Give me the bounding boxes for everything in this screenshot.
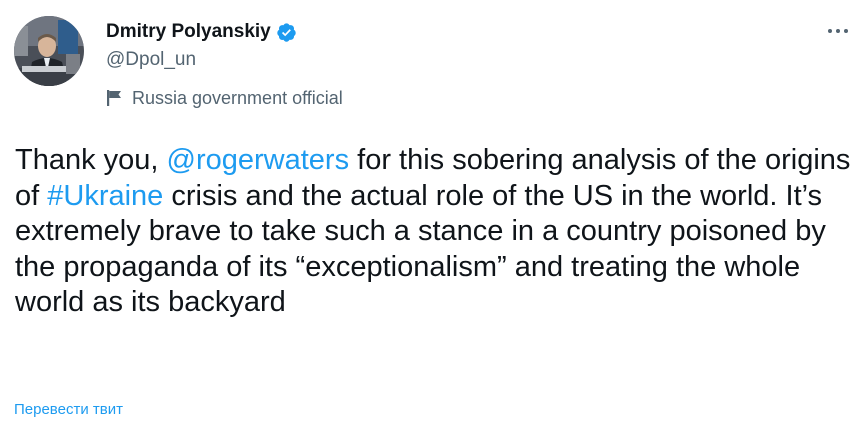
translate-tweet-link[interactable]: Перевести твит (14, 401, 123, 418)
author-display-name[interactable]: Dmitry Polyanskiy (106, 21, 271, 43)
government-label-text: Russia government official (132, 87, 343, 108)
hashtag-link[interactable]: #Ukraine (47, 180, 163, 212)
tweet-text-segment: Thank you, (15, 144, 167, 176)
author-name-row: Dmitry Polyanskiy (106, 19, 297, 45)
mention-link[interactable]: @rogerwaters (167, 144, 350, 176)
avatar-image (14, 16, 84, 86)
avatar[interactable] (14, 16, 84, 86)
tweet-card: Dmitry Polyanskiy @Dpol_un Russia govern… (0, 0, 867, 434)
verified-badge-icon (276, 22, 297, 43)
more-dots-icon (828, 29, 848, 33)
flag-icon (106, 89, 123, 107)
more-options-button[interactable] (823, 18, 853, 44)
tweet-text: Thank you, @rogerwaters for this soberin… (15, 143, 860, 321)
author-handle[interactable]: @Dpol_un (106, 49, 196, 71)
government-label-row: Russia government official (106, 86, 343, 110)
